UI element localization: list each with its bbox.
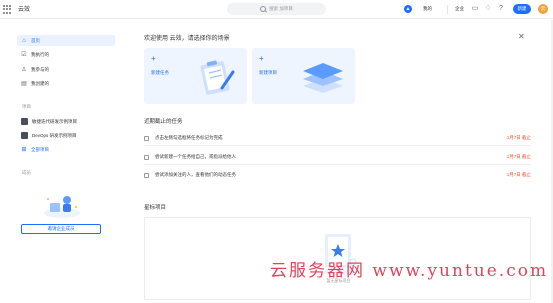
clipboard-illustration [200, 60, 235, 95]
help-icon[interactable]: ? [497, 5, 505, 13]
sidebar-item-all-projects[interactable]: ⊞ 全部项目 [17, 144, 115, 155]
new-task-card[interactable]: + 新建任务 [144, 48, 247, 104]
home-icon: ⌂ [22, 37, 26, 44]
members-section-label: 成员 [22, 170, 31, 175]
bell-icon[interactable]: ♢ [484, 5, 492, 13]
sidebar-item-project-agile[interactable]: 敏捷迭代研发示例项目 [17, 116, 115, 127]
check-list-icon: ☑ [21, 51, 27, 58]
search-input[interactable]: 搜索 加项目 [227, 3, 326, 15]
document-icon: ▤ [21, 80, 27, 87]
sidebar-item-project-devops[interactable]: DevOps 研发示例项目 [17, 130, 115, 141]
project-thumbnail [21, 132, 28, 139]
workspace-menu[interactable]: 企业 [455, 6, 464, 12]
card-label: 新建项目 [259, 70, 277, 75]
sidebar-item-label: DevOps 研发示例项目 [32, 132, 77, 138]
close-icon[interactable]: ✕ [518, 32, 525, 41]
tasks-section-title: 近期截止的任务 [144, 119, 183, 125]
plus-icon: + [151, 54, 156, 63]
task-checkbox[interactable] [144, 154, 149, 160]
task-checkbox[interactable] [144, 135, 149, 141]
sidebar-item-label: 我参与的 [31, 66, 49, 72]
sidebar-item-label: 首页 [31, 37, 40, 43]
app-title: 云效 [18, 7, 31, 13]
task-row[interactable]: 点击左侧勾选框将任务标记为完成 1月7日 截止 [144, 132, 531, 144]
sidebar-item-participated[interactable]: ♙ 我参与的 [17, 64, 115, 75]
window-icon[interactable]: ▭ [471, 5, 479, 13]
watermark-text: 云服务器网 www.yuntue.com [270, 261, 549, 281]
new-button[interactable]: 新建 [513, 4, 531, 14]
starred-section-title: 星标项目 [144, 205, 167, 211]
layers-illustration [303, 63, 343, 93]
task-checkbox[interactable] [144, 172, 149, 178]
task-row[interactable]: 尝试添加关注的人，查看他们的动态任务 1月7日 截止 [144, 169, 531, 181]
task-title: 点击左侧勾选框将任务标记为完成 [155, 135, 223, 140]
sidebar-item-home[interactable]: ⌂ 首页 [17, 35, 115, 46]
task-row[interactable]: 尝试新建一个任务给自己，或指派给他人 1月7日 截止 [144, 151, 531, 163]
my-menu[interactable]: 我的 [423, 6, 432, 12]
sidebar-item-created[interactable]: ▤ 我创建的 [17, 78, 115, 89]
task-due-date: 1月7日 截止 [506, 135, 531, 140]
plus-icon: + [259, 54, 264, 63]
task-due-date: 1月7日 截止 [506, 172, 531, 177]
search-placeholder: 搜索 加项目 [269, 6, 293, 11]
task-title: 尝试添加关注的人，查看他们的动态任务 [155, 172, 236, 177]
card-label: 新建任务 [151, 70, 169, 75]
sidebar-item-executed[interactable]: ☑ 我执行的 [17, 49, 115, 60]
new-project-card[interactable]: + 新建项目 [252, 48, 355, 104]
sidebar-item-label: 我创建的 [31, 80, 49, 86]
projects-section-label: 项目 [22, 104, 31, 109]
top-bar: 云效 搜索 加项目 ▲ 我的 企业 ▭ ♢ ? 新建 云 [0, 0, 553, 19]
search-icon [260, 6, 267, 12]
members-illustration [44, 196, 80, 218]
app-window: 云效 搜索 加项目 ▲ 我的 企业 ▭ ♢ ? 新建 云 ⌂ 首页 ☑ 我执行的… [0, 0, 553, 303]
task-title: 尝试新建一个任务给自己，或指派给他人 [155, 154, 236, 159]
task-due-date: 1月7日 截止 [506, 154, 531, 159]
divider [447, 5, 448, 14]
project-thumbnail [21, 118, 28, 125]
rocket-icon[interactable]: ▲ [404, 5, 412, 13]
divider [144, 164, 531, 165]
sidebar: ⌂ 首页 ☑ 我执行的 ♙ 我参与的 ▤ 我创建的 项目 敏捷迭代研发示例项目 … [0, 20, 121, 303]
sidebar-item-label: 我执行的 [31, 51, 49, 57]
sidebar-item-label: 敏捷迭代研发示例项目 [32, 118, 77, 124]
invite-members-button[interactable]: 邀请企业成员 [21, 224, 101, 234]
sidebar-item-label: 全部项目 [31, 146, 49, 152]
welcome-title: 欢迎使用 云效，请选择你的场景 [144, 36, 230, 42]
grid-icon: ⊞ [21, 146, 27, 153]
user-icon: ♙ [21, 66, 27, 73]
divider [144, 145, 531, 146]
app-grid-icon[interactable] [3, 5, 12, 14]
avatar[interactable]: 云 [538, 4, 548, 14]
